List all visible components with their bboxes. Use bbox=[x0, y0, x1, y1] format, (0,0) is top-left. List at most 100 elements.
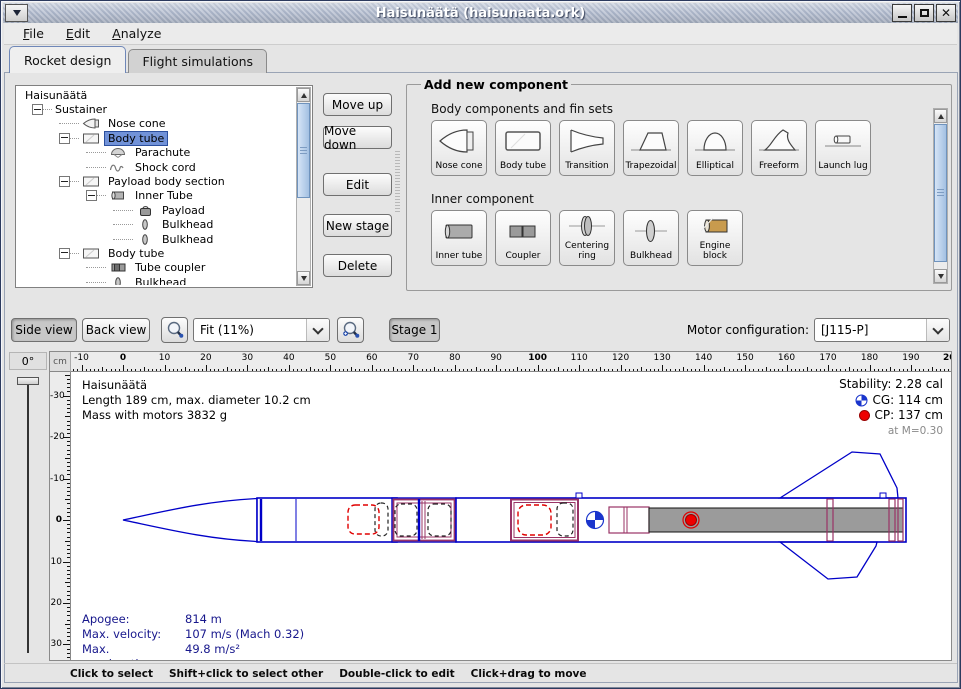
ruler-tick bbox=[67, 421, 70, 422]
motor-mount-shape[interactable] bbox=[609, 507, 649, 533]
add-transition-button[interactable]: Transition bbox=[559, 120, 615, 176]
tree-item-parachute[interactable]: Parachute bbox=[18, 146, 295, 160]
scroll-up-button[interactable] bbox=[934, 109, 947, 123]
tree-item-label: Body tube bbox=[105, 247, 167, 260]
move-down-button[interactable]: Move down bbox=[323, 126, 392, 149]
zoom-in-button[interactable] bbox=[337, 317, 364, 343]
menu-edit[interactable]: Edit bbox=[55, 24, 101, 43]
new-stage-button[interactable]: New stage bbox=[323, 214, 392, 237]
tree-item-body-tube[interactable]: Body tube bbox=[18, 131, 295, 145]
zoom-level-value: Fit (11%) bbox=[194, 323, 306, 337]
tree-scrollbar[interactable] bbox=[296, 87, 311, 286]
ruler-tick bbox=[413, 365, 414, 372]
add-elliptical-button[interactable]: Elliptical bbox=[687, 120, 743, 176]
component-tree[interactable]: HaisunäätäSustainerNose coneBody tubePar… bbox=[18, 88, 295, 285]
title-bar[interactable]: Haisunäätä (haisunaata.ork) ✕ bbox=[3, 3, 958, 23]
lower-fin-shape[interactable] bbox=[780, 542, 877, 579]
ruler-tick bbox=[65, 624, 70, 625]
tree-item-payload[interactable]: Payload bbox=[18, 203, 295, 217]
tree-connector bbox=[113, 239, 133, 240]
ruler-tick bbox=[67, 441, 70, 442]
tree-item-bulkhead[interactable]: Bulkhead bbox=[18, 218, 295, 232]
component-scrollbar[interactable] bbox=[933, 108, 948, 284]
tree-item-inner-tube[interactable]: Inner Tube bbox=[18, 189, 295, 203]
close-button[interactable]: ✕ bbox=[936, 4, 956, 22]
bulkhead-icon bbox=[135, 233, 157, 246]
tab-strip: Rocket design Flight simulations bbox=[9, 45, 269, 73]
scrollbar-thumb[interactable] bbox=[297, 103, 310, 198]
menu-analyze[interactable]: Analyze bbox=[101, 24, 172, 43]
rotation-slider-handle[interactable] bbox=[17, 377, 39, 385]
tree-connector bbox=[70, 253, 79, 254]
tab-flight-simulations[interactable]: Flight simulations bbox=[128, 49, 267, 73]
ruler-tick bbox=[67, 549, 70, 550]
window-menu-icon[interactable] bbox=[5, 4, 28, 22]
splitter-handle[interactable] bbox=[395, 151, 400, 213]
scroll-down-button[interactable] bbox=[297, 271, 310, 285]
tree-expander[interactable] bbox=[59, 133, 70, 144]
ruler-tick bbox=[745, 365, 746, 372]
ruler-label: 40 bbox=[274, 353, 304, 363]
back-view-button[interactable]: Back view bbox=[82, 318, 150, 342]
ruler-tick bbox=[67, 566, 70, 567]
tree-item-haisun-t[interactable]: Haisunäätä bbox=[18, 88, 295, 102]
component-tree-panel: HaisunäätäSustainerNose coneBody tubePar… bbox=[15, 85, 313, 288]
ruler-label: 10 bbox=[150, 353, 180, 363]
upper-fin-shape[interactable] bbox=[780, 452, 898, 498]
tree-item-tube-coupler[interactable]: Tube coupler bbox=[18, 261, 295, 275]
tree-item-shock-cord[interactable]: Shock cord bbox=[18, 160, 295, 174]
menu-file[interactable]: File bbox=[12, 24, 55, 43]
add-body-tube-button[interactable]: Body tube bbox=[495, 120, 551, 176]
delete-button[interactable]: Delete bbox=[323, 254, 392, 277]
tree-connector bbox=[43, 109, 52, 110]
move-up-button[interactable]: Move up bbox=[323, 93, 392, 116]
add-bulkhead-button[interactable]: Bulkhead bbox=[623, 210, 679, 266]
add-component-group: Add new component Body components and fi… bbox=[406, 77, 952, 291]
tree-item-bulkhead[interactable]: Bulkhead bbox=[18, 232, 295, 246]
add-coupler-button[interactable]: Coupler bbox=[495, 210, 551, 266]
tree-item-nose-cone[interactable]: Nose cone bbox=[18, 117, 295, 131]
zoom-level-select[interactable]: Fit (11%) bbox=[193, 318, 330, 342]
minimize-button[interactable] bbox=[892, 4, 912, 22]
add-inner-tube-button[interactable]: Inner tube bbox=[431, 210, 487, 266]
arrow-down-icon bbox=[301, 276, 307, 281]
dropdown-button[interactable] bbox=[306, 319, 329, 341]
side-view-button[interactable]: Side view bbox=[11, 318, 77, 342]
zoom-out-button[interactable] bbox=[161, 317, 188, 343]
ruler-tick bbox=[621, 365, 622, 372]
scroll-up-button[interactable] bbox=[297, 88, 310, 102]
dropdown-button[interactable] bbox=[926, 319, 949, 341]
tree-item-sustainer[interactable]: Sustainer bbox=[18, 102, 295, 116]
stage-1-toggle[interactable]: Stage 1 bbox=[389, 318, 440, 342]
add-nose-cone-button[interactable]: Nose cone bbox=[431, 120, 487, 176]
tree-expander[interactable] bbox=[59, 176, 70, 187]
ruler-tick bbox=[67, 553, 70, 554]
motor-configuration-select[interactable]: [J115-P] bbox=[814, 318, 950, 342]
tree-expander[interactable] bbox=[86, 190, 97, 201]
add-freeform-button[interactable]: Freeform bbox=[751, 120, 807, 176]
rocket-diagram[interactable]: Haisunäätä Length 189 cm, max. diameter … bbox=[71, 372, 951, 660]
tree-item-body-tube[interactable]: Body tube bbox=[18, 246, 295, 260]
tree-expander[interactable] bbox=[59, 248, 70, 259]
tree-expander[interactable] bbox=[32, 104, 43, 115]
elliptical-icon bbox=[693, 121, 737, 162]
ruler-label: 80 bbox=[440, 353, 470, 363]
maximize-button[interactable] bbox=[914, 4, 934, 22]
tree-item-payload-body-section[interactable]: Payload body section bbox=[18, 174, 295, 188]
tree-item-bulkhead[interactable]: Bulkhead bbox=[18, 275, 295, 285]
scrollbar-thumb[interactable] bbox=[934, 124, 947, 262]
nose-cone-shape[interactable] bbox=[123, 499, 257, 542]
scroll-down-button[interactable] bbox=[934, 269, 947, 283]
add-engine-block-button[interactable]: Engine block bbox=[687, 210, 743, 266]
add-trapezoidal-button[interactable]: Trapezoidal bbox=[623, 120, 679, 176]
ruler-label: 130 bbox=[647, 353, 677, 363]
add-centering-ring-button[interactable]: Centering ring bbox=[559, 210, 615, 266]
tab-rocket-design[interactable]: Rocket design bbox=[9, 46, 126, 73]
edit-button[interactable]: Edit bbox=[323, 173, 392, 196]
body-tube-shape[interactable] bbox=[257, 498, 397, 542]
minimize-icon bbox=[898, 16, 907, 18]
ruler-tick bbox=[67, 615, 70, 616]
rotation-slider-track[interactable] bbox=[27, 385, 29, 653]
ruler-tick bbox=[247, 365, 248, 372]
add-launch-lug-button[interactable]: Launch lug bbox=[815, 120, 871, 176]
